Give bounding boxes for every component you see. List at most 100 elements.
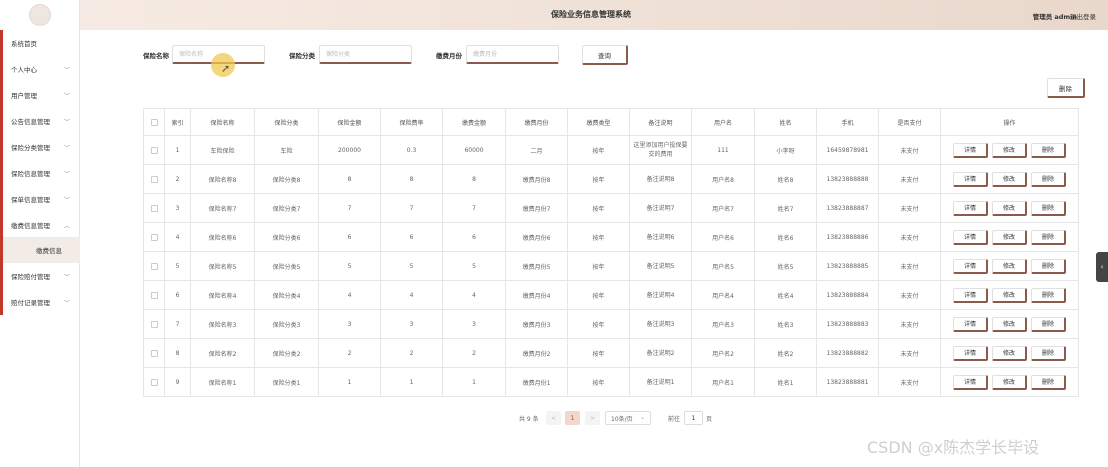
row-checkbox[interactable]: [150, 378, 158, 386]
search-month-input[interactable]: [466, 45, 559, 64]
row-checkbox[interactable]: [150, 291, 158, 299]
edit-button[interactable]: 修改: [992, 316, 1027, 332]
detail-button[interactable]: 详情: [953, 316, 988, 332]
table-cell: 用户名1: [691, 367, 755, 397]
table-cell: 7: [318, 193, 381, 223]
chevron-up-icon: ︿: [63, 223, 70, 230]
table-cell: 保险分类4: [254, 280, 319, 310]
sidebar-item-9[interactable]: 保险赔付管理 ﹀: [0, 263, 80, 289]
edit-button[interactable]: 修改: [992, 258, 1027, 274]
row-actions: 详情 修改 删除: [940, 338, 1079, 368]
chevron-down-icon: ﹀: [63, 145, 70, 152]
sidebar-item-5[interactable]: 保险信息管理 ﹀: [0, 160, 80, 186]
table-cell: 姓名2: [754, 338, 817, 368]
edit-button[interactable]: 修改: [992, 229, 1027, 245]
table-cell: 姓名4: [754, 280, 817, 310]
chevron-down-icon: ﹀: [63, 93, 70, 100]
detail-button[interactable]: 详情: [953, 229, 988, 245]
pagination-next-button[interactable]: >: [585, 411, 600, 425]
row-actions: 详情 修改 删除: [940, 164, 1079, 194]
row-checkbox[interactable]: [150, 233, 158, 241]
sidebar: 系统首页 个人中心 ﹀ 用户管理 ﹀ 公告信息管理 ﹀ 保险分类管理 ﹀ 保险信息管理 ﹀ 保单信息管…: [0, 0, 80, 467]
table-cell: 缴费月份1: [505, 367, 568, 397]
table-cell: 6: [164, 280, 191, 310]
page-size-select[interactable]: 10条/页 ⌄: [605, 411, 651, 425]
sidebar-item-10[interactable]: 赔付记录管理 ﹀: [0, 289, 80, 315]
edit-button[interactable]: 修改: [992, 200, 1027, 216]
delete-button[interactable]: 删除: [1031, 258, 1066, 274]
table-cell: 用户名5: [691, 251, 755, 281]
table-row: 3 保险名称7 保险分类7 7 7 7 缴费月份7 按年 备注说明7 用户名7 姓名7 1382388…: [143, 193, 1079, 223]
sidebar-item-2[interactable]: 用户管理 ﹀: [0, 82, 80, 108]
row-select-cell: [143, 280, 165, 310]
edit-button[interactable]: 修改: [992, 374, 1027, 390]
delete-button[interactable]: 删除: [1031, 142, 1066, 158]
row-checkbox[interactable]: [150, 320, 158, 328]
sidebar-item-label: 赔付记录管理: [11, 299, 50, 307]
table-cell: 60000: [442, 135, 506, 165]
sidebar-item-4[interactable]: 保险分类管理 ﹀: [0, 134, 80, 160]
logout-link[interactable]: 退出登录: [1070, 11, 1096, 21]
detail-button[interactable]: 详情: [953, 345, 988, 361]
chevron-down-icon: ﹀: [63, 300, 70, 307]
row-actions: 详情 修改 删除: [940, 367, 1079, 397]
row-checkbox[interactable]: [150, 175, 158, 183]
table-cell: 8: [442, 164, 506, 194]
table-cell: 6: [318, 222, 381, 252]
row-checkbox[interactable]: [150, 146, 158, 154]
side-panel-toggle[interactable]: ‹: [1096, 252, 1108, 282]
sidebar-item-label: 缴费信息管理: [11, 222, 50, 230]
delete-button[interactable]: 删除: [1031, 200, 1066, 216]
table-cell: 16459878981: [816, 135, 879, 165]
delete-button[interactable]: 删除: [1031, 345, 1066, 361]
search-category-input[interactable]: [319, 45, 412, 64]
table-cell: 按年: [567, 280, 630, 310]
delete-button[interactable]: 删除: [1031, 316, 1066, 332]
detail-button[interactable]: 详情: [953, 374, 988, 390]
pagination-prev-button[interactable]: <: [546, 411, 561, 425]
table-cell: 保险名称2: [190, 338, 255, 368]
table-cell: 13823888888: [816, 164, 879, 194]
row-checkbox[interactable]: [150, 204, 158, 212]
detail-button[interactable]: 详情: [953, 142, 988, 158]
table-cell: 保险分类3: [254, 309, 319, 339]
avatar[interactable]: [29, 4, 51, 26]
chevron-down-icon: ⌄: [639, 414, 645, 421]
pagination-page-1[interactable]: 1: [565, 411, 580, 425]
detail-button[interactable]: 详情: [953, 171, 988, 187]
batch-delete-button[interactable]: 删除: [1047, 78, 1085, 98]
watermark: CSDN @x陈杰学长毕设: [867, 438, 1040, 457]
detail-button[interactable]: 详情: [953, 200, 988, 216]
query-button[interactable]: 查询: [582, 45, 628, 65]
sidebar-item-3[interactable]: 公告信息管理 ﹀: [0, 108, 80, 134]
edit-button[interactable]: 修改: [992, 287, 1027, 303]
column-header: 手机: [816, 108, 879, 136]
table-cell: 按年: [567, 164, 630, 194]
select-all-checkbox[interactable]: [150, 118, 158, 126]
row-select-cell: [143, 193, 165, 223]
table-cell: 姓名5: [754, 251, 817, 281]
pagination-total: 共 9 条: [519, 416, 539, 423]
sidebar-item-0[interactable]: 系统首页: [0, 30, 80, 56]
delete-button[interactable]: 删除: [1031, 374, 1066, 390]
delete-button[interactable]: 删除: [1031, 171, 1066, 187]
sidebar-item-6[interactable]: 保单信息管理 ﹀: [0, 186, 80, 212]
table-row: 5 保险名称5 保险分类5 5 5 5 缴费月份5 按年 备注说明5 用户名5 姓名5 1382388…: [143, 251, 1079, 281]
sidebar-item-7[interactable]: 缴费信息管理 ︿: [0, 212, 80, 238]
edit-button[interactable]: 修改: [992, 142, 1027, 158]
edit-button[interactable]: 修改: [992, 345, 1027, 361]
table-cell: 未支付: [878, 193, 941, 223]
edit-button[interactable]: 修改: [992, 171, 1027, 187]
goto-label: 前往: [668, 416, 681, 423]
sidebar-item-8[interactable]: 缴费信息: [3, 237, 80, 263]
table-cell: 4: [318, 280, 381, 310]
delete-button[interactable]: 删除: [1031, 287, 1066, 303]
row-checkbox[interactable]: [150, 262, 158, 270]
goto-page-input[interactable]: [684, 411, 703, 425]
delete-button[interactable]: 删除: [1031, 229, 1066, 245]
sidebar-item-label: 保险信息管理: [11, 170, 50, 178]
row-checkbox[interactable]: [150, 349, 158, 357]
detail-button[interactable]: 详情: [953, 287, 988, 303]
sidebar-item-1[interactable]: 个人中心 ﹀: [0, 56, 80, 82]
detail-button[interactable]: 详情: [953, 258, 988, 274]
